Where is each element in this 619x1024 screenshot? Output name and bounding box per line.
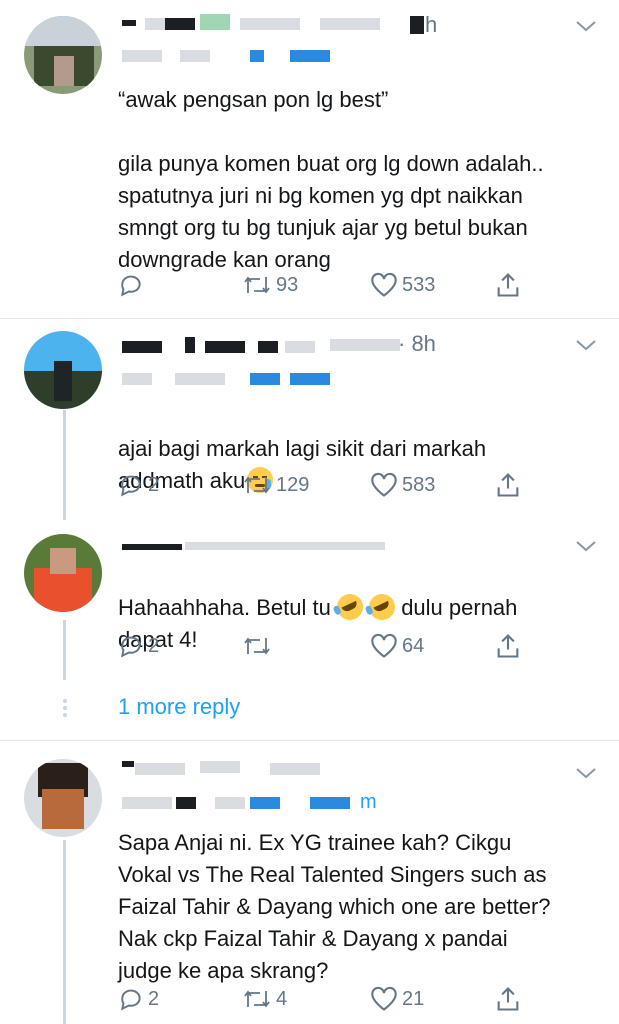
reply-icon xyxy=(120,275,141,297)
retweet-count: 93 xyxy=(276,273,299,296)
reply-button[interactable]: 2 xyxy=(118,631,159,661)
avatar[interactable] xyxy=(24,759,102,837)
tweet-actions: 2 129 583 xyxy=(118,470,608,500)
like-icon xyxy=(371,472,397,497)
like-count: 583 xyxy=(402,473,436,496)
tweet-2[interactable]: · 8h ajai bagi markah lagi sikit dari ma… xyxy=(0,319,619,519)
like-button[interactable]: 21 xyxy=(370,984,424,1014)
like-button[interactable]: 64 xyxy=(370,631,424,661)
reply-button[interactable] xyxy=(118,270,148,300)
tweet-text: Sapa Anjai ni. Ex YG trainee kah? Cikgu … xyxy=(118,830,551,983)
more-reply-link[interactable]: 1 more reply xyxy=(118,694,240,720)
tweet-actions: 93 533 xyxy=(118,270,608,300)
retweet-count: 4 xyxy=(276,987,288,1010)
like-icon xyxy=(371,633,397,658)
like-icon xyxy=(371,272,397,297)
share-icon xyxy=(497,634,519,658)
retweet-button[interactable]: 4 xyxy=(242,984,287,1014)
retweet-icon xyxy=(244,637,270,655)
reply-button[interactable]: 2 xyxy=(118,470,159,500)
tweet-actions: 2 4 21 xyxy=(118,984,608,1014)
share-button[interactable] xyxy=(494,470,522,500)
retweet-icon xyxy=(244,990,270,1008)
reply-count: 2 xyxy=(148,634,160,657)
share-button[interactable] xyxy=(494,631,522,661)
like-count: 64 xyxy=(402,634,425,657)
tweet-text: “awak pengsan pon lg best” gila punya ko… xyxy=(118,87,544,272)
chevron-down-icon[interactable] xyxy=(574,333,598,357)
more-replies-row[interactable]: 1 more reply xyxy=(0,686,619,730)
rofl-emoji xyxy=(332,589,368,625)
retweet-icon xyxy=(244,476,270,494)
reply-count: 2 xyxy=(148,987,160,1010)
chevron-down-icon[interactable] xyxy=(574,534,598,558)
avatar[interactable] xyxy=(24,534,102,612)
tweet-4[interactable]: m Sapa Anjai ni. Ex YG trainee kah? Cikg… xyxy=(0,741,619,1024)
more-dots-icon xyxy=(63,699,67,717)
chevron-down-icon[interactable] xyxy=(574,761,598,785)
tweet-time[interactable]: · 8h xyxy=(398,331,436,357)
tweet-time[interactable]: h xyxy=(425,12,437,38)
share-icon xyxy=(497,987,519,1011)
chevron-down-icon[interactable] xyxy=(574,14,598,38)
like-count: 533 xyxy=(402,273,436,296)
tweet-time[interactable]: m xyxy=(360,791,377,814)
share-button[interactable] xyxy=(494,984,522,1014)
reply-button[interactable]: 2 xyxy=(118,984,159,1014)
reply-icon xyxy=(120,636,141,658)
retweet-icon xyxy=(244,276,270,294)
tweet-actions: 2 64 xyxy=(118,631,608,661)
tweet-1[interactable]: h “awak pengsan pon lg best” gila punya … xyxy=(0,0,619,318)
tweet-3[interactable]: Hahaahhaha. Betul tu dulu pernah dapat 4… xyxy=(0,520,619,680)
avatar[interactable] xyxy=(24,16,102,94)
share-icon xyxy=(497,273,519,297)
share-button[interactable] xyxy=(494,270,522,300)
reply-icon xyxy=(120,475,141,497)
like-button[interactable]: 533 xyxy=(370,270,435,300)
like-button[interactable]: 583 xyxy=(370,470,435,500)
tweet-text-before: Hahaahhaha. Betul tu xyxy=(118,595,337,620)
reply-count: 2 xyxy=(148,473,160,496)
retweet-count: 129 xyxy=(276,473,310,496)
share-icon xyxy=(497,473,519,497)
reply-icon xyxy=(120,989,141,1011)
like-icon xyxy=(371,986,397,1011)
like-count: 21 xyxy=(402,987,425,1010)
retweet-button[interactable]: 93 xyxy=(242,270,298,300)
avatar[interactable] xyxy=(24,331,102,409)
retweet-button[interactable]: 129 xyxy=(242,470,309,500)
retweet-button[interactable] xyxy=(242,631,276,661)
